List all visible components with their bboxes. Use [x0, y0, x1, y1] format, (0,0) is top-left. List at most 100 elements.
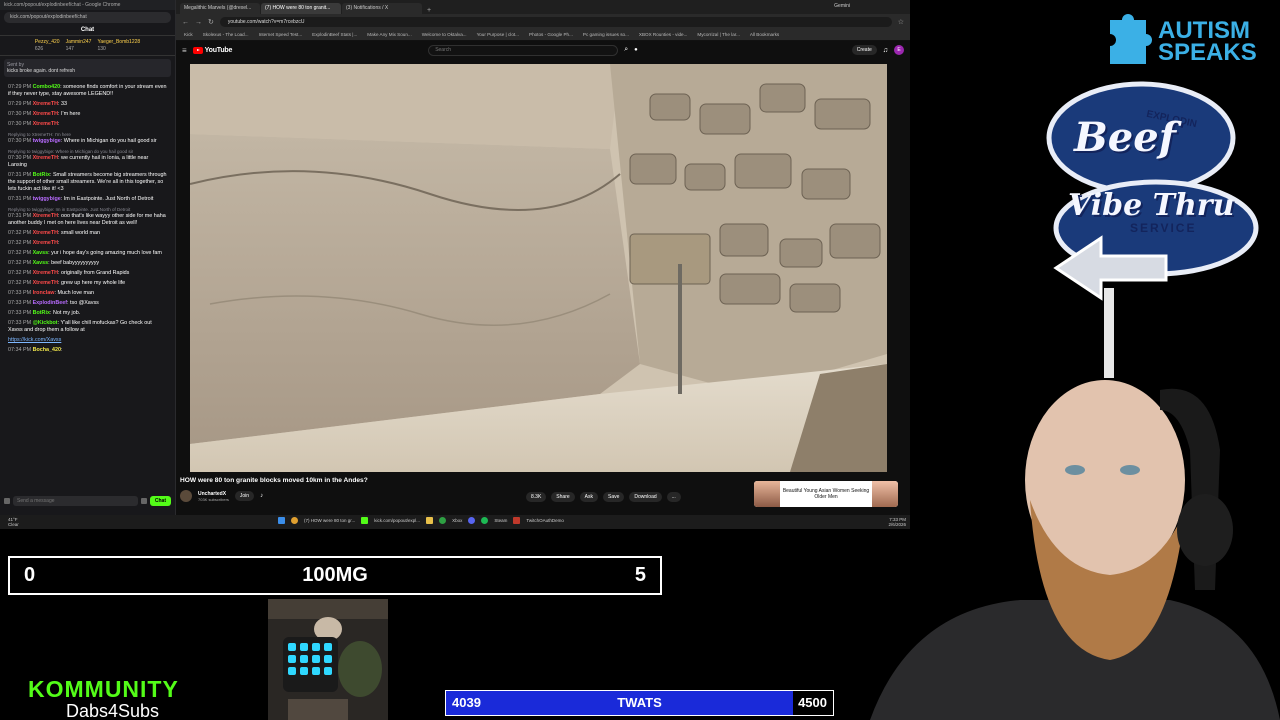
chat-message[interactable]: 07:30 PM XtremeTH:	[8, 121, 167, 128]
reply-context[interactable]: Replying to twiggybige: Im in Eastpointe…	[8, 206, 167, 213]
bookmark-item[interactable]: Pc gaming issues so...	[583, 32, 629, 38]
discord-icon[interactable]	[468, 517, 476, 524]
chat-message[interactable]: 07:34 PM Bocha_420:	[8, 347, 167, 354]
menu-icon[interactable]: ≡	[182, 46, 187, 55]
message-username[interactable]: XtremeTH	[33, 240, 58, 246]
video-action-button[interactable]: Share	[551, 492, 575, 502]
bookmark-item[interactable]: Kick	[184, 32, 193, 38]
message-username[interactable]: XtremeTH	[33, 213, 58, 219]
message-username[interactable]: ExplodinBeef	[33, 300, 67, 306]
new-tab-button[interactable]: +	[423, 7, 435, 14]
message-username[interactable]: XtremeTH	[33, 270, 58, 276]
message-username[interactable]: twiggybige	[33, 196, 61, 202]
taskbar-item[interactable]: (7) HOW were 80 ton gr...	[304, 518, 355, 523]
message-username[interactable]: twiggybige	[33, 138, 61, 144]
message-username[interactable]: XtremeTH	[33, 101, 58, 107]
video-action-button[interactable]: 8.3K	[526, 492, 547, 502]
bookmark-item[interactable]: XBOX Rounties - vide...	[639, 32, 688, 38]
message-username[interactable]: Xavss	[33, 250, 49, 256]
chat-message[interactable]: 07:31 PM twiggybige: Im in Eastpointe. J…	[8, 196, 167, 203]
taskbar-item[interactable]: TwitchOAuthDemo	[526, 518, 564, 523]
settings-icon[interactable]	[140, 498, 147, 504]
leaderboard-entry[interactable]: Yaeger_Bomb1228 130	[97, 39, 140, 52]
chrome-icon[interactable]	[291, 517, 298, 524]
bookmark-item[interactable]: Photos - Google Ph...	[529, 32, 573, 38]
message-username[interactable]: BotRix	[33, 172, 50, 178]
youtube-search-input[interactable]	[428, 44, 619, 56]
reply-context[interactable]: Replying to twiggybige: Where in Michiga…	[8, 148, 167, 155]
pinned-message[interactable]: Sent by kicks broke again. dont refresh	[4, 59, 171, 77]
create-button[interactable]: Create	[851, 45, 877, 55]
spotify-icon[interactable]	[481, 517, 489, 524]
video-action-button[interactable]: Download	[629, 492, 662, 502]
microphone-icon[interactable]: ●	[634, 47, 638, 53]
chat-message[interactable]: 07:29 PM Combo420: someone finds comfort…	[8, 84, 167, 98]
message-username[interactable]: XtremeTH	[33, 111, 58, 117]
message-username[interactable]: Xavss	[33, 260, 49, 266]
chat-message[interactable]: 07:33 PM BotRix: Not my job.	[8, 310, 167, 317]
star-icon[interactable]: ☆	[898, 18, 904, 26]
xbox-icon[interactable]	[439, 517, 447, 524]
browser-tab-active[interactable]: (7) HOW were 80 ton granit...	[261, 3, 341, 14]
bell-icon[interactable]: ♪	[260, 493, 263, 499]
bookmark-item[interactable]: Make Any Mix Soun...	[367, 32, 411, 38]
chat-message[interactable]: 07:33 PM @Kickbot: Y'all like chill mofu…	[8, 320, 167, 334]
chat-send-button[interactable]: Chat	[149, 496, 171, 506]
bookmark-item[interactable]: Skolexus - The Load...	[203, 32, 249, 38]
bookmark-item[interactable]: ExplodinBeef Stats |...	[312, 32, 357, 38]
browser-tab[interactable]: (3) Notifications / X	[342, 3, 422, 14]
chat-message[interactable]: Replying to twiggybige: Where in Michiga…	[8, 148, 167, 169]
leaderboard-entry[interactable]: Jammin247 147	[66, 39, 92, 52]
channel-name[interactable]: UnchartedX	[198, 491, 229, 497]
bookmark-item[interactable]: Your Purpose | clot...	[477, 32, 519, 38]
chat-message[interactable]: Replying to twiggybige: Im in Eastpointe…	[8, 206, 167, 227]
leaderboard-entry[interactable]: Pezzy_420 626	[35, 39, 60, 52]
message-username[interactable]: BotRix	[33, 310, 50, 316]
message-username[interactable]: XtremeTH	[33, 155, 58, 161]
bookmark-item[interactable]: All Bookmarks	[750, 32, 779, 38]
chat-message[interactable]: 07:32 PM Xavss: beef babyyyyyyyyyy	[8, 260, 167, 267]
channel-avatar[interactable]	[180, 490, 192, 502]
chat-message[interactable]: 07:32 PM XtremeTH: small world man	[8, 230, 167, 237]
video-action-button[interactable]: Save	[602, 492, 625, 502]
account-avatar[interactable]: E	[894, 45, 904, 55]
message-username[interactable]: Bocha_420	[33, 347, 61, 353]
video-action-button[interactable]: Ask	[579, 492, 598, 502]
chat-message[interactable]: 07:32 PM XtremeTH:	[8, 240, 167, 247]
folder-icon[interactable]	[426, 517, 434, 524]
back-icon[interactable]: ←	[182, 19, 189, 26]
chat-message[interactable]: 07:31 PM BotRix: Small streamers become …	[8, 172, 167, 193]
chat-message-input[interactable]	[13, 496, 138, 506]
browser-tab[interactable]: Megalithic Marvels (@drexel...	[180, 3, 260, 14]
forward-icon[interactable]: →	[195, 19, 202, 26]
search-icon[interactable]: ⌕	[624, 46, 628, 54]
taskbar-item[interactable]: kick.com/popout/expl...	[374, 518, 420, 523]
bookmark-item[interactable]: Welcome to Oktalva...	[422, 32, 467, 38]
chat-message[interactable]: 07:33 PM Ironclaw: Much love man	[8, 290, 167, 297]
address-bar[interactable]: youtube.com/watch?v=m7rcebzcU	[219, 17, 892, 27]
gemini-button[interactable]: Gemini	[834, 3, 850, 9]
chat-message[interactable]: 07:33 PM ExplodinBeef: tso @Xavss	[8, 300, 167, 307]
video-player[interactable]	[190, 64, 887, 472]
chat-message[interactable]: 07:32 PM Xavss: yur i hope day's going a…	[8, 250, 167, 257]
youtube-logo[interactable]: YouTube	[192, 46, 232, 54]
bookmark-item[interactable]: Mycorrizal | The lar...	[697, 32, 739, 38]
emote-icon[interactable]	[4, 498, 10, 504]
chat-message-list[interactable]: 07:29 PM Combo420: someone finds comfort…	[0, 80, 175, 480]
windows-start-icon[interactable]	[278, 517, 285, 524]
video-action-button[interactable]: ...	[666, 492, 681, 502]
chat-message[interactable]: 07:30 PM XtremeTH: I'm here	[8, 111, 167, 118]
message-username[interactable]: Ironclaw	[33, 290, 55, 296]
reload-icon[interactable]: ↻	[208, 18, 214, 26]
message-username[interactable]: XtremeTH	[33, 280, 58, 286]
chat-message[interactable]: https://kick.com/Xavss	[8, 337, 167, 344]
chat-message[interactable]: 07:32 PM XtremeTH: grew up here my whole…	[8, 280, 167, 287]
message-link[interactable]: https://kick.com/Xavss	[8, 337, 61, 343]
message-username[interactable]: XtremeTH	[33, 230, 58, 236]
bookmark-item[interactable]: Internet Speed Test...	[259, 32, 303, 38]
notifications-icon[interactable]: ♫	[883, 47, 888, 54]
reply-context[interactable]: Replying to XtremeTH: I'm here	[8, 131, 167, 138]
taskbar-item[interactable]: Steam	[494, 518, 507, 523]
message-username[interactable]: XtremeTH	[33, 121, 58, 127]
taskbar-item[interactable]: Xbox	[452, 518, 462, 523]
